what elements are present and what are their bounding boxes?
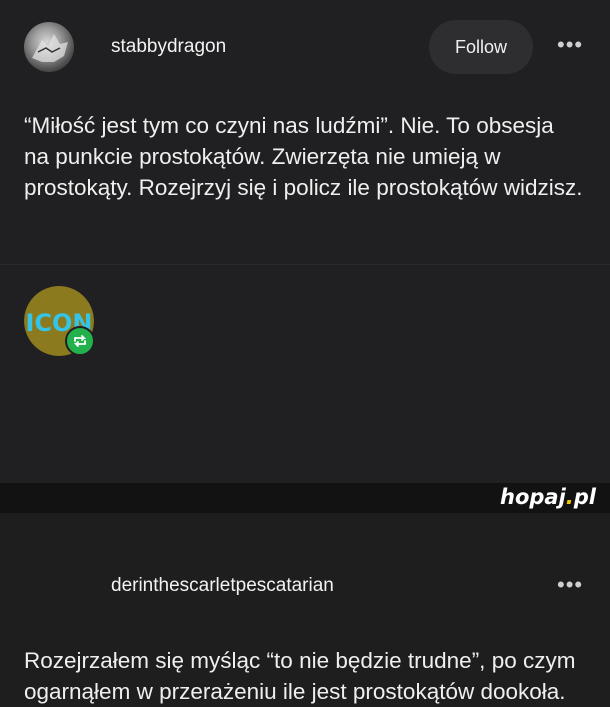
username[interactable]: derinthescarletpescatarian <box>111 575 334 597</box>
post-text: “Miłość jest tym co czyni nas ludźmi”. N… <box>24 113 583 200</box>
post-original: stabbydragon Follow ••• “Miłość jest tym… <box>0 0 610 264</box>
post-reblog: ••• derinthescarletpescatarian Rozejrzał… <box>0 264 610 704</box>
follow-button[interactable]: Follow <box>429 20 533 74</box>
user-avatar[interactable] <box>24 22 74 72</box>
watermark-name: hopaj <box>500 485 566 509</box>
more-options-icon[interactable]: ••• <box>557 34 583 56</box>
watermark-dot: . <box>565 485 574 509</box>
post-text: Rozejrzałem się myśląc “to nie będzie tr… <box>24 648 576 704</box>
watermark-bar: hopaj.pl <box>0 483 610 513</box>
more-options-icon[interactable]: ••• <box>557 574 583 596</box>
site-watermark: hopaj.pl <box>500 485 596 509</box>
watermark-tld: pl <box>573 485 596 509</box>
reblog-icon <box>65 326 95 356</box>
username[interactable]: stabbydragon <box>111 36 226 58</box>
dragon-avatar-icon <box>32 34 68 62</box>
